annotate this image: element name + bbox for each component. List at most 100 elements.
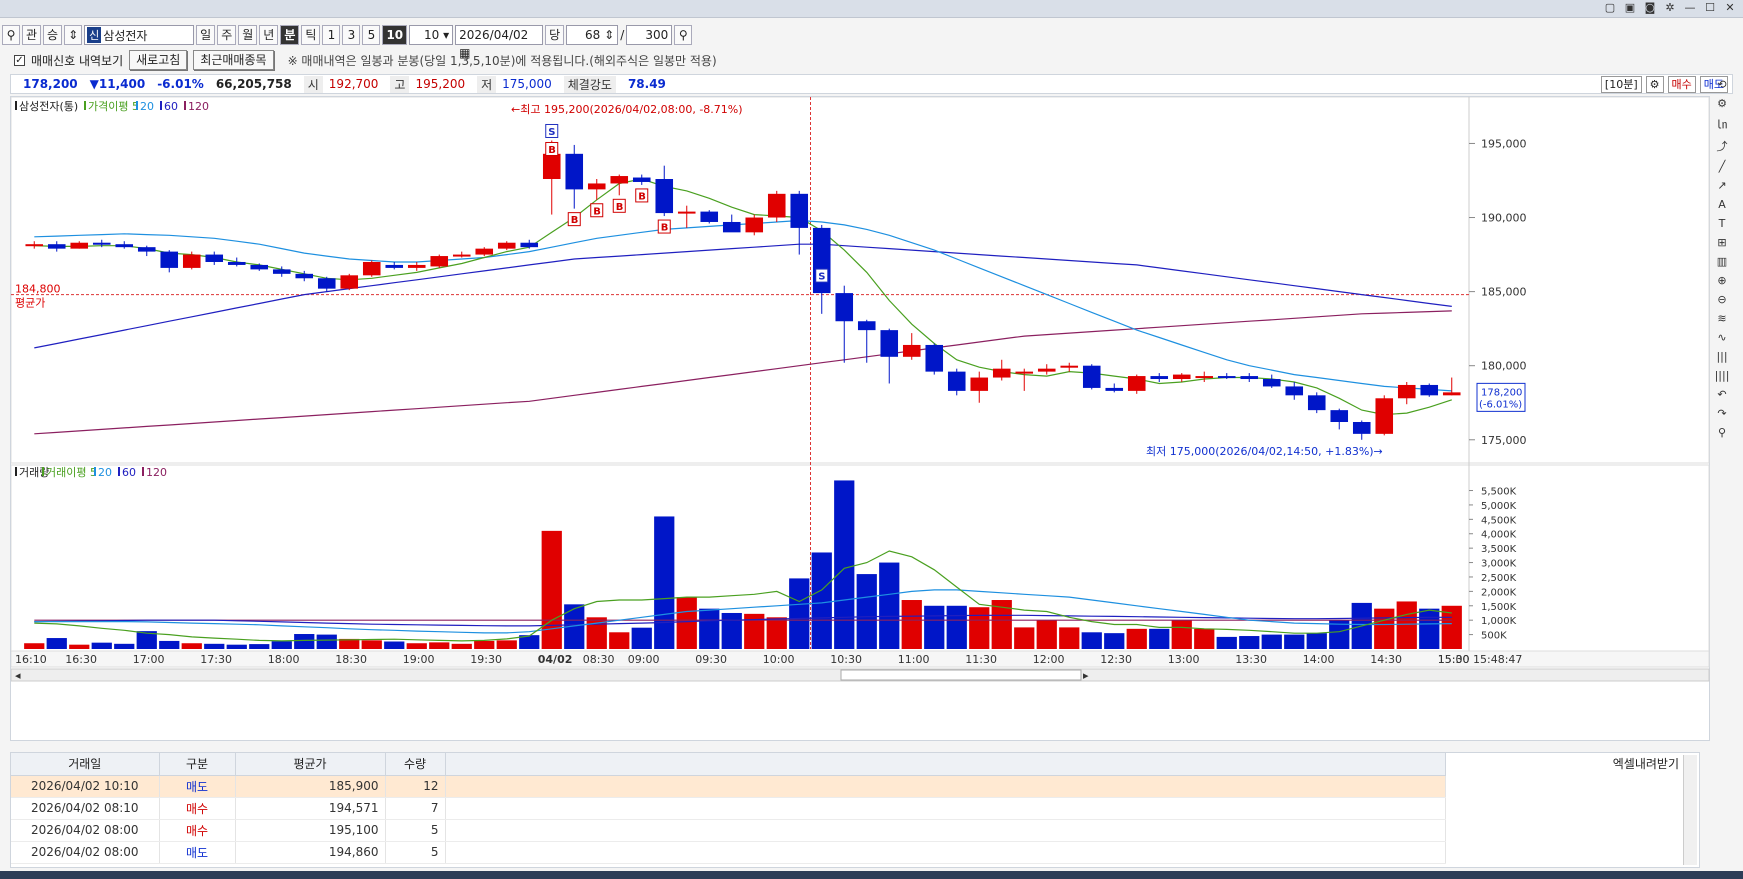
- low-label: 저: [477, 75, 497, 93]
- magnifier-icon[interactable]: ⚲: [1714, 426, 1730, 439]
- close-icon[interactable]: ✕: [1723, 1, 1737, 15]
- col-price[interactable]: 평균가: [235, 753, 386, 776]
- cycle-icon[interactable]: ∿: [1714, 331, 1730, 344]
- bars-icon[interactable]: |||: [1714, 350, 1730, 363]
- stock-name: 삼성전자: [103, 28, 148, 43]
- time-axis-label: 12:30: [1100, 653, 1132, 666]
- total-field[interactable]: 300: [626, 25, 673, 45]
- maximize-icon[interactable]: ☐: [1703, 1, 1717, 15]
- trade-date: 2026/04/02 10:10: [11, 775, 160, 798]
- text-tool-icon[interactable]: T: [1714, 217, 1730, 230]
- col-side[interactable]: 구분: [159, 753, 236, 776]
- period-year[interactable]: 년: [259, 25, 279, 45]
- search-icon[interactable]: ⚲: [2, 25, 20, 45]
- col-date[interactable]: 거래일: [11, 753, 160, 776]
- volume-bar: [946, 605, 967, 649]
- candle-body: [340, 275, 359, 289]
- time-axis-label: 19:30: [470, 653, 502, 666]
- chart-svg[interactable]: 175,000 180,000 185,000 190,000 195,000 500K 1…: [10, 96, 1711, 742]
- zoom-out-icon[interactable]: ⊖: [1714, 293, 1730, 306]
- candle-body: [745, 217, 764, 233]
- zoom-icon[interactable]: ⚲: [674, 25, 693, 45]
- indicator-icon[interactable]: ㏑: [1714, 116, 1730, 132]
- dang-button[interactable]: 당: [545, 25, 565, 45]
- trade-row[interactable]: 2026/04/02 10:10 매도 185,900 12: [11, 775, 1446, 798]
- volume-bar: [91, 642, 112, 649]
- settings-icon[interactable]: ✲: [1663, 1, 1677, 15]
- trade-row[interactable]: 2026/04/02 08:10 매수 194,571 7: [11, 797, 1446, 820]
- trade-qty: 12: [385, 775, 446, 798]
- gear-icon[interactable]: ⚙: [1714, 97, 1730, 110]
- volume-bar: [46, 638, 67, 649]
- signal-toolbar: ✓ 매매신호 내역보기 새로고침 최근매매종목 ※ 매매내역은 일봉과 분봉(당…: [0, 48, 1743, 72]
- trade-table: 거래일 구분 평균가 수량 2026/04/02 10:10 매도 185,900 1…: [11, 753, 1446, 864]
- count-field[interactable]: 68 ⇕: [566, 25, 619, 45]
- chart-area[interactable]: 175,000 180,000 185,000 190,000 195,000 500K 1…: [10, 96, 1710, 741]
- trade-date: 2026/04/02 08:00: [11, 841, 160, 864]
- candle-body: [655, 179, 674, 214]
- refresh-icon[interactable]: ⟲: [1714, 78, 1730, 91]
- copy-icon[interactable]: ▣: [1623, 1, 1637, 15]
- candle-body: [1037, 368, 1056, 372]
- volume-tick-label: 2,500K: [1481, 573, 1517, 584]
- line-tool-icon[interactable]: ╱: [1714, 160, 1730, 173]
- auto-icon[interactable]: A: [1714, 198, 1730, 211]
- date-field[interactable]: 2026/04/02 ▦: [455, 25, 544, 60]
- candle-body: [1127, 376, 1146, 391]
- fibo-icon[interactable]: ≋: [1714, 312, 1730, 325]
- trade-row[interactable]: 2026/04/02 08:00 매수 195,100 5: [11, 819, 1446, 842]
- period-month[interactable]: 월: [238, 25, 258, 45]
- candle-body: [385, 264, 404, 268]
- candle-tool-icon[interactable]: ▥: [1714, 255, 1730, 268]
- period-tick[interactable]: 틱: [301, 25, 321, 45]
- price-tick-label: 190,000: [1481, 212, 1527, 225]
- minute-1-button[interactable]: 1: [322, 25, 341, 45]
- col-qty[interactable]: 수량: [385, 753, 446, 776]
- time-axis-label: 15:30: [1438, 653, 1470, 666]
- excel-download-button[interactable]: 엑셀내려받기: [1613, 755, 1679, 772]
- time-axis-label: 18:30: [335, 653, 367, 666]
- period-day[interactable]: 일: [196, 25, 216, 45]
- ray-tool-icon[interactable]: ↗: [1714, 179, 1730, 192]
- legend-swatch: [142, 467, 144, 476]
- period-minute[interactable]: 분: [280, 25, 300, 45]
- volume-tick-label: 5,000K: [1481, 501, 1517, 512]
- buy-button[interactable]: 매수: [1667, 76, 1696, 93]
- minute-select[interactable]: 10 ▾: [409, 25, 454, 45]
- minute-3-button[interactable]: 3: [342, 25, 361, 45]
- trade-side: 매도: [159, 841, 236, 864]
- stepper-icon[interactable]: ⇕: [64, 25, 83, 45]
- trade-signal-label: S: [548, 127, 555, 138]
- bars2-icon[interactable]: ||||: [1714, 369, 1730, 382]
- chart-settings-icon[interactable]: ⚙: [1645, 76, 1664, 93]
- gwan-button[interactable]: 관: [22, 25, 42, 45]
- stock-search-field[interactable]: 신 삼성전자: [84, 25, 195, 45]
- candle-body: [160, 251, 179, 268]
- signal-checkbox[interactable]: ✓: [14, 54, 25, 66]
- price-change: ▼11,400: [89, 77, 146, 91]
- recent-trades-button[interactable]: 최근매매종목: [193, 50, 274, 70]
- pattern-icon[interactable]: ⊞: [1714, 236, 1730, 249]
- table-scrollbar[interactable]: [1683, 755, 1697, 865]
- seung-button[interactable]: 승: [43, 25, 63, 45]
- refresh-button[interactable]: 새로고침: [129, 50, 188, 70]
- trade-side: 매수: [159, 819, 236, 842]
- redo-icon[interactable]: ↷: [1714, 407, 1730, 420]
- period-week[interactable]: 주: [217, 25, 237, 45]
- minute-5-button[interactable]: 5: [362, 25, 381, 45]
- undo-icon[interactable]: ↶: [1714, 388, 1730, 401]
- candle-body: [970, 377, 989, 391]
- zoom-in-icon[interactable]: ⊕: [1714, 274, 1730, 287]
- camera-icon[interactable]: ◙: [1643, 1, 1657, 15]
- trend-icon[interactable]: ⤴: [1714, 138, 1730, 154]
- link-icon[interactable]: ▢: [1603, 1, 1617, 15]
- minimize-icon[interactable]: —: [1683, 1, 1697, 15]
- volume-bar: [834, 480, 855, 649]
- minute-10-button[interactable]: 10: [382, 25, 408, 45]
- trade-price: 195,100: [235, 819, 386, 842]
- volume-legend-ma20: 20: [98, 466, 112, 479]
- strength-label: 체결강도: [563, 75, 616, 93]
- trade-row[interactable]: 2026/04/02 08:00 매도 194,860 5: [11, 841, 1446, 864]
- candle-body: [700, 211, 719, 222]
- volume-bar: [609, 632, 630, 649]
